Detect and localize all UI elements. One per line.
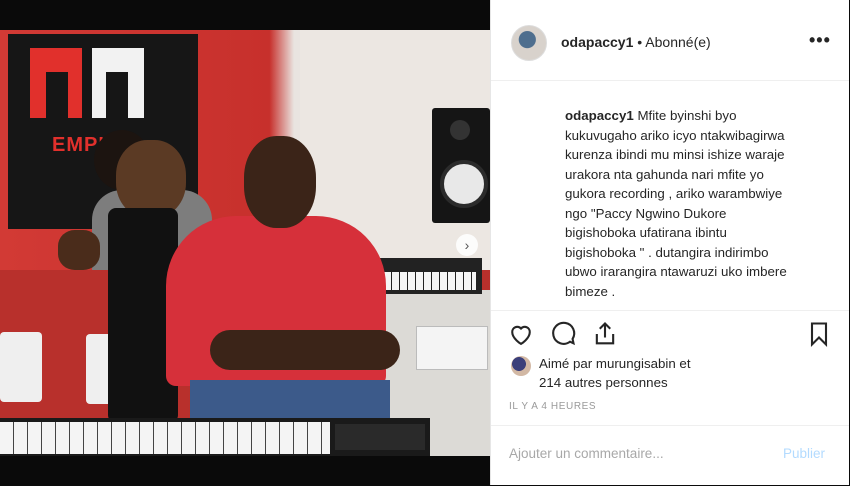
- likes-summary: Aimé par murungisabin et 214 autres pers…: [509, 352, 839, 394]
- post-timestamp[interactable]: IL Y A 4 HEURES: [509, 401, 596, 412]
- caption-line: bigishoboka ufatirana ibintu: [565, 225, 727, 240]
- studio-speaker: [432, 108, 490, 223]
- woman-face: [116, 140, 186, 218]
- peace-sign-hand: [58, 230, 100, 270]
- comment-bar: Ajouter un commentaire... Publier: [491, 425, 849, 486]
- caption-line: bimeze .: [565, 283, 616, 299]
- follow-status[interactable]: Abonné(e): [645, 34, 710, 50]
- brand-logo: [30, 48, 148, 140]
- caption-line: kukuvugaho ariko icyo ntakwibagirwa: [565, 127, 785, 143]
- liked-by-prefix: Aimé par: [539, 356, 596, 371]
- post-side-panel: odapaccy1 • Abonné(e) ••• odapaccy1 Mfit…: [490, 0, 849, 485]
- caption-line: gukora recording , ariko warambwiye: [565, 186, 783, 201]
- author-line: odapaccy1 • Abonné(e): [561, 34, 711, 50]
- post-actions: [491, 310, 849, 355]
- other-likers-link[interactable]: 214 autres personnes: [539, 375, 668, 390]
- post-caption: odapaccy1 Mfite byinshi byo kukuvugaho a…: [565, 106, 837, 302]
- share-icon[interactable]: [591, 320, 619, 348]
- man-arm: [210, 330, 400, 370]
- heart-icon[interactable]: [507, 320, 535, 348]
- caption-line: ngo "Paccy Ngwino Dukore: [565, 205, 727, 221]
- studio-box-left: [0, 332, 42, 402]
- bookmark-icon[interactable]: [805, 320, 833, 348]
- carousel-next-arrow-icon[interactable]: ›: [456, 234, 478, 256]
- likes-text: Aimé par murungisabin et 214 autres pers…: [539, 354, 691, 392]
- computer-keyboard: [416, 326, 488, 370]
- liked-by-suffix: et: [675, 356, 691, 371]
- publish-button[interactable]: Publier: [783, 446, 825, 461]
- author-username[interactable]: odapaccy1: [561, 34, 633, 50]
- caption-line: kurenza ibindi mu minsi ishize waraje: [565, 147, 785, 162]
- comment-input[interactable]: Ajouter un commentaire...: [509, 446, 664, 461]
- caption-line: bigishoboka " . dutangira indirimbo: [565, 244, 769, 260]
- comment-icon[interactable]: [549, 320, 577, 348]
- liker-avatar[interactable]: [511, 356, 531, 376]
- caption-line: urakora nta gahunda nari mfite yo: [565, 166, 764, 182]
- author-avatar[interactable]: [511, 25, 547, 61]
- midi-keyboard: [0, 418, 430, 456]
- more-options-icon[interactable]: •••: [809, 30, 831, 51]
- post-photo: EMPIRE ›: [0, 30, 490, 456]
- post-header: odapaccy1 • Abonné(e) •••: [491, 0, 849, 81]
- man-face: [244, 136, 316, 228]
- caption-author[interactable]: odapaccy1: [565, 108, 634, 123]
- screenshot-frame: EMPIRE › odapaccy1 • Abonné(e) ••• odapa…: [0, 0, 850, 485]
- liker-username[interactable]: murungisabin: [596, 356, 676, 371]
- caption-line: ubwo irarangira ntawaruzi uko imbere: [565, 264, 787, 279]
- caption-line: Mfite byinshi byo: [633, 108, 737, 123]
- separator-dot: •: [633, 34, 646, 50]
